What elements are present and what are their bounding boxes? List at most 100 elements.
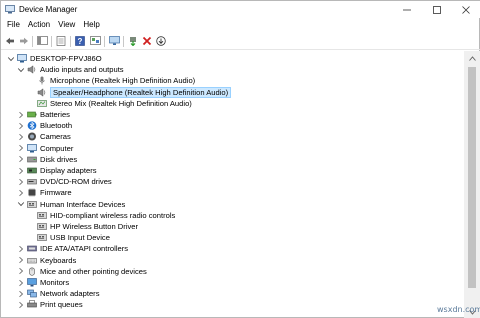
minimize-button[interactable] [392, 1, 422, 18]
tree-label-disk-drives[interactable]: Disk drives [40, 154, 77, 165]
device-tree[interactable]: DESKTOP-FPVJ86O Audio inputs and outputs M… [1, 51, 464, 318]
tree-category-node[interactable]: Human Interface Devices [1, 199, 464, 210]
expand-collapse-chevron-down-icon[interactable] [17, 65, 25, 74]
menu-view[interactable]: View [54, 18, 79, 32]
tree-category-node[interactable]: Computer [1, 143, 464, 154]
show-hide-tree-icon [36, 36, 48, 45]
tree-category-node[interactable]: Firmware [1, 187, 464, 198]
menu-help[interactable]: Help [79, 18, 103, 32]
expand-collapse-chevron-down-icon[interactable] [17, 200, 25, 209]
device-manager-window: Device Manager File Action View Help ? D… [0, 0, 480, 318]
tree-label-dvd-cd-rom-drives[interactable]: DVD/CD-ROM drives [40, 176, 112, 187]
bluetooth-icon [27, 121, 37, 130]
expand-collapse-chevron-right-icon[interactable] [17, 244, 25, 253]
tree-category-node[interactable]: Print queues [1, 299, 464, 310]
menu-action[interactable]: Action [24, 18, 54, 32]
tree-device-node[interactable]: HID-compliant wireless radio controls [1, 210, 464, 221]
scroll-up-button[interactable] [464, 51, 480, 65]
expand-collapse-chevron-right-icon[interactable] [17, 289, 25, 298]
monitor-icon [27, 278, 37, 287]
tree-label-ide-ata-atapi-controllers[interactable]: IDE ATA/ATAPI controllers [40, 243, 128, 254]
tree-category-node[interactable]: Monitors [1, 277, 464, 288]
menu-bar: File Action View Help [1, 18, 480, 32]
tree-label-microphone-realtek-high-definition-audio[interactable]: Microphone (Realtek High Definition Audi… [50, 75, 195, 86]
speaker-icon [37, 87, 47, 97]
maximize-button[interactable] [422, 1, 452, 18]
properties-button[interactable] [55, 35, 67, 47]
microphone-icon [37, 76, 47, 85]
vertical-scrollbar[interactable] [464, 51, 480, 318]
tree-label-firmware[interactable]: Firmware [40, 187, 72, 198]
expand-collapse-chevron-right-icon[interactable] [17, 278, 25, 287]
tree-label-bluetooth[interactable]: Bluetooth [40, 120, 72, 131]
expand-collapse-chevron-right-icon[interactable] [17, 155, 25, 164]
maximize-icon [433, 5, 441, 14]
tree-device-node[interactable]: Stereo Mix (Realtek High Definition Audi… [1, 98, 464, 109]
tree-category-node[interactable]: Network adapters [1, 288, 464, 299]
expand-collapse-chevron-right-icon[interactable] [17, 256, 25, 265]
firmware-icon [27, 188, 37, 197]
show-hide-console-tree-button[interactable] [36, 35, 48, 47]
enable-device-button[interactable] [155, 35, 167, 47]
tree-device-node[interactable]: USB Input Device [1, 232, 464, 243]
tree-device-node[interactable]: HP Wireless Button Driver [1, 221, 464, 232]
expand-collapse-chevron-down-icon[interactable] [7, 54, 15, 63]
menu-file[interactable]: File [3, 18, 24, 32]
forward-button[interactable] [18, 35, 30, 47]
tree-label-hp-wireless-button-driver[interactable]: HP Wireless Button Driver [50, 221, 138, 232]
tree-label-usb-input-device[interactable]: USB Input Device [50, 232, 110, 243]
update-driver-button[interactable] [127, 35, 139, 47]
hid-icon [27, 200, 37, 209]
tree-label-speaker-headphone-realtek-high-definition-audio[interactable]: Speaker/Headphone (Realtek High Definiti… [50, 86, 232, 98]
tree-label-desktop-fpvj86o[interactable]: DESKTOP-FPVJ86O [30, 53, 102, 64]
tree-device-node[interactable]: Speaker/Headphone (Realtek High Definiti… [1, 86, 464, 98]
tree-label-human-interface-devices[interactable]: Human Interface Devices [40, 199, 125, 210]
expand-collapse-chevron-right-icon[interactable] [17, 166, 25, 175]
network-adapter-icon [27, 289, 37, 298]
printer-icon [27, 300, 37, 309]
tree-label-audio-inputs-and-outputs[interactable]: Audio inputs and outputs [40, 64, 124, 75]
expand-collapse-chevron-right-icon[interactable] [17, 121, 25, 130]
tree-label-print-queues[interactable]: Print queues [40, 299, 83, 310]
expand-collapse-chevron-right-icon[interactable] [17, 132, 25, 141]
tree-category-node[interactable]: Disk drives [1, 154, 464, 165]
hid-device-icon [37, 222, 47, 231]
tree-category-node[interactable]: Audio inputs and outputs [1, 64, 464, 75]
dvd-icon [27, 177, 37, 186]
tree-category-node[interactable]: Cameras [1, 131, 464, 142]
tree-category-node[interactable]: Display adapters [1, 165, 464, 176]
tree-category-node[interactable]: Keyboards [1, 255, 464, 266]
tree-label-mice-and-other-pointing-devices[interactable]: Mice and other pointing devices [40, 266, 147, 277]
tree-label-stereo-mix-realtek-high-definition-audio[interactable]: Stereo Mix (Realtek High Definition Audi… [50, 98, 192, 109]
expand-collapse-chevron-right-icon[interactable] [17, 188, 25, 197]
tree-device-node[interactable]: Microphone (Realtek High Definition Audi… [1, 75, 464, 86]
back-button[interactable] [4, 35, 16, 47]
help-button[interactable]: ? [74, 35, 86, 47]
expand-collapse-chevron-right-icon[interactable] [17, 110, 25, 119]
tree-label-display-adapters[interactable]: Display adapters [40, 165, 97, 176]
tree-category-node[interactable]: DVD/CD-ROM drives [1, 176, 464, 187]
tree-category-node[interactable]: IDE ATA/ATAPI controllers [1, 243, 464, 254]
uninstall-device-button[interactable] [141, 35, 153, 47]
expand-collapse-chevron-right-icon[interactable] [17, 267, 25, 276]
tree-label-network-adapters[interactable]: Network adapters [40, 288, 100, 299]
expand-collapse-chevron-right-icon[interactable] [17, 177, 25, 186]
tree-label-keyboards[interactable]: Keyboards [40, 255, 76, 266]
forward-icon [20, 37, 28, 45]
tree-label-cameras[interactable]: Cameras [40, 131, 71, 142]
tree-label-monitors[interactable]: Monitors [40, 277, 69, 288]
tree-root-node[interactable]: DESKTOP-FPVJ86O [1, 53, 464, 64]
scroll-thumb[interactable] [468, 67, 476, 288]
scan-hardware-button[interactable] [108, 35, 120, 47]
expand-collapse-chevron-right-icon[interactable] [17, 144, 25, 153]
show-hidden-button[interactable] [89, 35, 101, 47]
tree-category-node[interactable]: Mice and other pointing devices [1, 266, 464, 277]
close-button[interactable] [451, 1, 480, 18]
tree-category-node[interactable]: Bluetooth [1, 120, 464, 131]
tree-label-hid-compliant-wireless-radio-controls[interactable]: HID-compliant wireless radio controls [50, 210, 175, 221]
window-title: Device Manager [19, 5, 78, 14]
tree-category-node[interactable]: Batteries [1, 109, 464, 120]
expand-collapse-chevron-right-icon[interactable] [17, 300, 25, 309]
tree-label-computer[interactable]: Computer [40, 143, 73, 154]
tree-label-batteries[interactable]: Batteries [40, 109, 70, 120]
